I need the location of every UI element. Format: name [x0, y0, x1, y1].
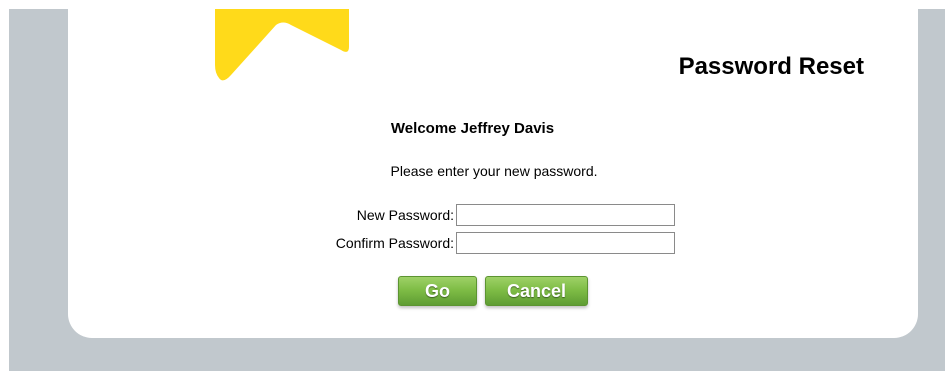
confirm-password-label: Confirm Password:: [335, 235, 454, 251]
go-button[interactable]: Go: [398, 276, 477, 306]
new-password-row: New Password:: [0, 204, 945, 226]
welcome-message: Welcome Jeffrey Davis: [390, 120, 555, 137]
cancel-button[interactable]: Cancel: [485, 276, 588, 306]
page-title: Password Reset: [678, 53, 864, 80]
new-password-input[interactable]: [456, 204, 675, 226]
instructions-text: Please enter your new password.: [390, 163, 598, 179]
brand-logo: [215, 9, 349, 81]
chevron-up-logo-icon: [215, 9, 349, 81]
new-password-label: New Password:: [356, 207, 454, 223]
confirm-password-row: Confirm Password:: [0, 232, 945, 254]
confirm-password-input[interactable]: [456, 232, 675, 254]
